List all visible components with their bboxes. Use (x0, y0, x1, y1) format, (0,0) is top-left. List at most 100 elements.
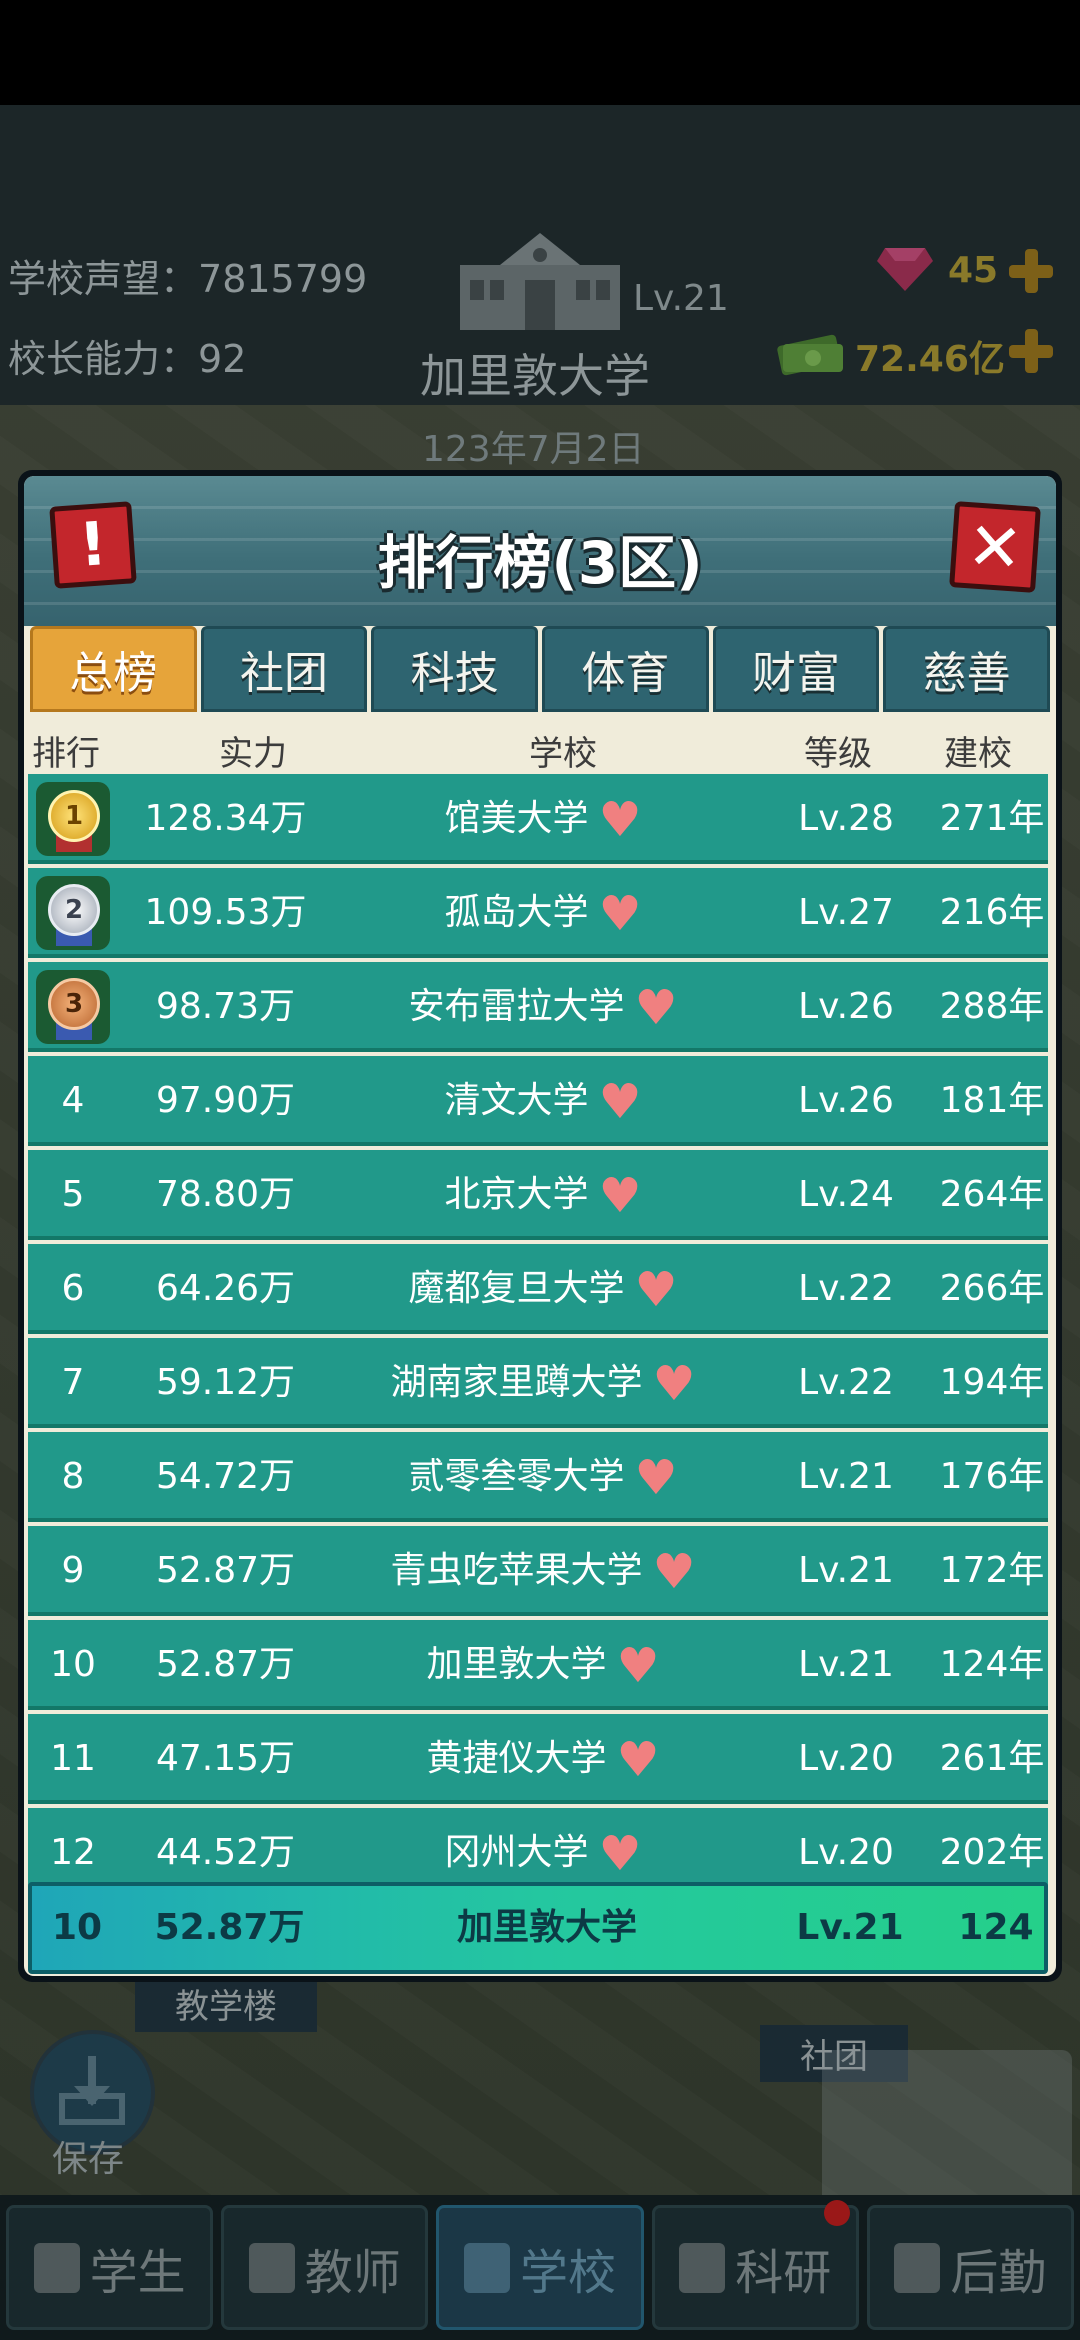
row-rank: 5 (61, 1174, 85, 1215)
row-school: 魔都复旦大学 ♥ (408, 1262, 678, 1318)
teaching-building-label[interactable]: 教学楼 (135, 1975, 317, 2032)
col-school: 学校 (529, 734, 597, 774)
tab-charity[interactable]: 慈善 (883, 626, 1051, 712)
col-power: 实力 (219, 734, 287, 774)
col-level: 等级 (804, 734, 872, 774)
bottom-navigation: 学生 教师 学校 科研 后勤 (0, 2195, 1080, 2340)
row-level: Lv.21 (798, 1644, 894, 1685)
nav-students-label: 学生 (89, 2244, 186, 2301)
info-button[interactable]: ! (49, 501, 137, 589)
tab-technology[interactable]: 科技 (371, 626, 539, 712)
notification-dot (823, 2200, 850, 2226)
heart-icon[interactable]: ♥ (598, 1168, 641, 1224)
heart-icon[interactable]: ♥ (634, 1450, 677, 1506)
row-level: Lv.26 (798, 1080, 894, 1121)
row-rank: 6 (61, 1268, 85, 1309)
row-founded: 288年 (939, 986, 1045, 1027)
my-school-row[interactable]: 10 52.87万 加里敦大学 Lv.21 124 (28, 1882, 1048, 1974)
tab-clubs[interactable]: 社团 (200, 626, 368, 712)
row-level: Lv.27 (798, 892, 894, 933)
game-date: 123年7月2日 (422, 429, 645, 470)
leaderboard-panel: 排行榜(3区) ! ✕ 总榜 社团 科技 体育 财富 慈善 排行 实力 学校 等… (18, 470, 1062, 1982)
add-cash-button[interactable] (1005, 325, 1057, 377)
row-level: Lv.26 (798, 986, 894, 1027)
table-row[interactable]: 9 52.87万 青虫吃苹果大学 ♥ Lv.21 172年 (28, 1526, 1048, 1616)
row-rank: 4 (61, 1080, 85, 1121)
row-power: 64.26万 (155, 1268, 296, 1309)
table-row[interactable]: 1 128.34万 馆美大学 ♥ Lv.28 271年 (28, 774, 1048, 864)
close-button[interactable]: ✕ (949, 501, 1041, 593)
row-level: Lv.22 (798, 1268, 894, 1309)
row-power: 52.87万 (155, 1550, 296, 1591)
row-school: 加里敦大学 ♥ (426, 1638, 660, 1694)
table-row[interactable]: 3 98.73万 安布雷拉大学 ♥ Lv.26 288年 (28, 962, 1048, 1052)
silver-medal-icon: 2 (36, 876, 110, 950)
row-founded: 172年 (939, 1550, 1045, 1591)
nav-research-label: 科研 (735, 2244, 832, 2301)
leaderboard-tabs: 总榜 社团 科技 体育 财富 慈善 (30, 626, 1051, 712)
heart-icon[interactable]: ♥ (598, 886, 641, 942)
table-row[interactable]: 2 109.53万 孤岛大学 ♥ Lv.27 216年 (28, 868, 1048, 958)
my-power: 52.87万 (154, 1907, 305, 1948)
flask-icon (679, 2242, 726, 2293)
row-rank: 10 (50, 1644, 96, 1685)
row-power: 78.80万 (155, 1174, 296, 1215)
heart-icon[interactable]: ♥ (598, 792, 641, 848)
row-rank: 7 (61, 1362, 85, 1403)
column-headers: 排行 实力 学校 等级 建校 (24, 712, 1056, 782)
row-school: 安布雷拉大学 ♥ (408, 980, 678, 1036)
bronze-medal-icon: 3 (36, 970, 110, 1044)
table-row[interactable]: 10 52.87万 加里敦大学 ♥ Lv.21 124年 (28, 1620, 1048, 1710)
heart-icon[interactable]: ♥ (616, 1732, 659, 1788)
col-rank: 排行 (32, 734, 100, 774)
row-founded: 181年 (939, 1080, 1045, 1121)
row-power: 52.87万 (155, 1644, 296, 1685)
heart-icon[interactable]: ♥ (634, 980, 677, 1036)
cash-icon (777, 334, 843, 376)
my-level: Lv.21 (796, 1907, 904, 1948)
heart-icon[interactable]: ♥ (598, 1074, 641, 1130)
nav-school-label: 学校 (520, 2244, 617, 2301)
heart-icon[interactable]: ♥ (616, 1638, 659, 1694)
tab-overall[interactable]: 总榜 (30, 626, 197, 712)
cash-amount: 72.46亿 (855, 339, 1005, 380)
add-gems-button[interactable] (1005, 245, 1057, 297)
col-founded: 建校 (944, 734, 1012, 774)
table-row[interactable]: 7 59.12万 湖南家里蹲大学 ♥ Lv.22 194年 (28, 1338, 1048, 1428)
heart-icon[interactable]: ♥ (652, 1356, 695, 1412)
row-level: Lv.28 (798, 798, 894, 839)
nav-students[interactable]: 学生 (6, 2205, 214, 2330)
row-rank: 9 (61, 1550, 85, 1591)
table-row[interactable]: 4 97.90万 清文大学 ♥ Lv.26 181年 (28, 1056, 1048, 1146)
row-founded: 194年 (939, 1362, 1045, 1403)
row-founded: 261年 (939, 1738, 1045, 1779)
clipboard-icon (894, 2242, 941, 2293)
gem-icon (877, 248, 933, 291)
tab-sports[interactable]: 体育 (542, 626, 709, 712)
heart-icon[interactable]: ♥ (598, 1826, 641, 1882)
school-building-icon[interactable] (450, 225, 630, 335)
reputation-value: 7815799 (198, 257, 368, 301)
row-school: 贰零叁零大学 ♥ (408, 1450, 678, 1506)
tab-wealth[interactable]: 财富 (712, 626, 880, 712)
heart-icon[interactable]: ♥ (634, 1262, 677, 1318)
heart-icon[interactable]: ♥ (652, 1544, 695, 1600)
nav-research[interactable]: 科研 (651, 2200, 859, 2330)
nav-logistics[interactable]: 后勤 (866, 2205, 1075, 2330)
table-row[interactable]: 6 64.26万 魔都复旦大学 ♥ Lv.22 266年 (28, 1244, 1048, 1334)
row-school: 湖南家里蹲大学 ♥ (390, 1356, 696, 1412)
row-power: 128.34万 (144, 798, 307, 839)
row-power: 54.72万 (155, 1456, 296, 1497)
ability-stat: 校长能力：92 (8, 337, 247, 381)
school-icon (464, 2242, 510, 2293)
nav-teachers[interactable]: 教师 (221, 2205, 429, 2330)
row-level: Lv.20 (798, 1738, 894, 1779)
table-row[interactable]: 8 54.72万 贰零叁零大学 ♥ Lv.21 176年 (28, 1432, 1048, 1522)
nav-school[interactable]: 学校 (436, 2205, 644, 2330)
table-row[interactable]: 5 78.80万 北京大学 ♥ Lv.24 264年 (28, 1150, 1048, 1240)
row-power: 98.73万 (155, 986, 296, 1027)
nav-teachers-label: 教师 (304, 2244, 401, 2301)
table-row[interactable]: 11 47.15万 黄捷仪大学 ♥ Lv.20 261年 (28, 1714, 1048, 1804)
leaderboard-body: 排行榜(3区) ! ✕ 总榜 社团 科技 体育 财富 慈善 排行 实力 学校 等… (24, 476, 1056, 1976)
nav-logistics-label: 后勤 (950, 2244, 1047, 2301)
